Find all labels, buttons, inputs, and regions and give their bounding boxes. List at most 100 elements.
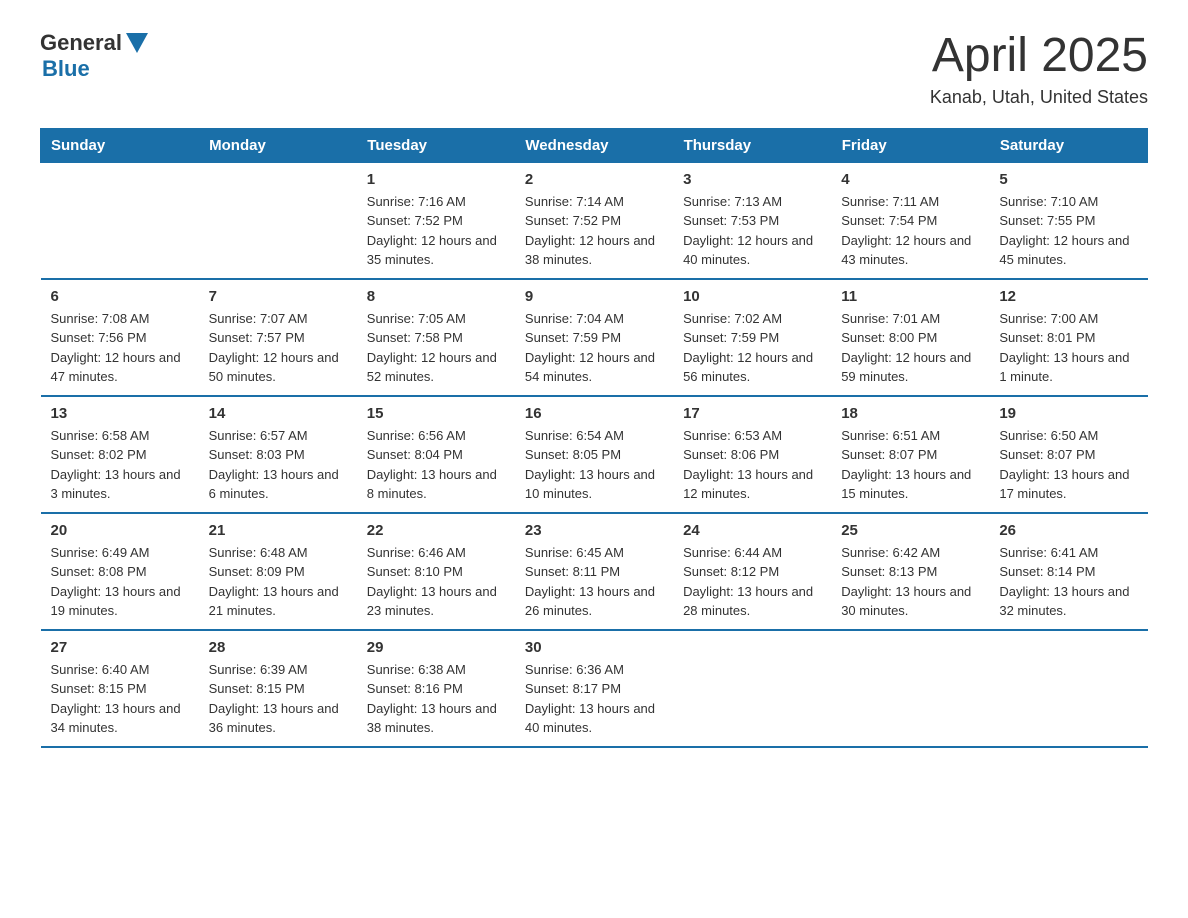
day-cell: 7 Sunrise: 7:07 AMSunset: 7:57 PMDaylight… (199, 279, 357, 396)
day-number: 4 (841, 171, 979, 188)
header-row: SundayMondayTuesdayWednesdayThursdayFrid… (41, 128, 1148, 162)
day-cell: 19 Sunrise: 6:50 AMSunset: 8:07 PMDayligh… (989, 396, 1147, 513)
day-number: 1 (367, 171, 505, 188)
day-info: Sunrise: 7:08 AMSunset: 7:56 PMDaylight:… (51, 309, 189, 387)
day-cell (673, 630, 831, 747)
day-number: 29 (367, 639, 505, 656)
day-number: 3 (683, 171, 821, 188)
day-info: Sunrise: 7:02 AMSunset: 7:59 PMDaylight:… (683, 309, 821, 387)
logo-blue: Blue (42, 56, 90, 82)
day-cell: 20Sunrise: 6:49 AMSunset: 8:08 PMDayligh… (41, 513, 199, 630)
day-info: Sunrise: 6:57 AMSunset: 8:03 PMDaylight:… (209, 426, 347, 504)
day-cell: 5 Sunrise: 7:10 AMSunset: 7:55 PMDaylight… (989, 162, 1147, 279)
day-cell: 1Sunrise: 7:16 AMSunset: 7:52 PMDaylight… (357, 162, 515, 279)
header-cell-saturday: Saturday (989, 128, 1147, 162)
day-cell: 18 Sunrise: 6:51 AMSunset: 8:07 PMDayligh… (831, 396, 989, 513)
header-cell-sunday: Sunday (41, 128, 199, 162)
day-cell (41, 162, 199, 279)
day-number: 21 (209, 522, 347, 539)
day-number: 23 (525, 522, 663, 539)
day-cell (199, 162, 357, 279)
day-number: 17 (683, 405, 821, 422)
day-cell (831, 630, 989, 747)
day-info: Sunrise: 7:01 AMSunset: 8:00 PMDaylight:… (841, 309, 979, 387)
header-cell-thursday: Thursday (673, 128, 831, 162)
day-cell: 10 Sunrise: 7:02 AMSunset: 7:59 PMDayligh… (673, 279, 831, 396)
header-cell-wednesday: Wednesday (515, 128, 673, 162)
day-cell: 15 Sunrise: 6:56 AMSunset: 8:04 PMDayligh… (357, 396, 515, 513)
day-number: 26 (999, 522, 1137, 539)
month-year-title: April 2025 (930, 30, 1148, 83)
week-row-3: 13Sunrise: 6:58 AMSunset: 8:02 PMDayligh… (41, 396, 1148, 513)
day-cell: 29 Sunrise: 6:38 AMSunset: 8:16 PMDayligh… (357, 630, 515, 747)
day-info: Sunrise: 6:49 AMSunset: 8:08 PMDaylight:… (51, 543, 189, 621)
day-cell: 13Sunrise: 6:58 AMSunset: 8:02 PMDayligh… (41, 396, 199, 513)
day-info: Sunrise: 7:05 AMSunset: 7:58 PMDaylight:… (367, 309, 505, 387)
day-info: Sunrise: 7:11 AMSunset: 7:54 PMDaylight:… (841, 192, 979, 270)
day-number: 14 (209, 405, 347, 422)
day-cell: 8 Sunrise: 7:05 AMSunset: 7:58 PMDaylight… (357, 279, 515, 396)
day-cell: 12 Sunrise: 7:00 AMSunset: 8:01 PMDayligh… (989, 279, 1147, 396)
day-cell: 16 Sunrise: 6:54 AMSunset: 8:05 PMDayligh… (515, 396, 673, 513)
title-area: April 2025 Kanab, Utah, United States (930, 30, 1148, 108)
week-row-2: 6 Sunrise: 7:08 AMSunset: 7:56 PMDaylight… (41, 279, 1148, 396)
day-cell: 27Sunrise: 6:40 AMSunset: 8:15 PMDayligh… (41, 630, 199, 747)
day-cell: 22Sunrise: 6:46 AMSunset: 8:10 PMDayligh… (357, 513, 515, 630)
day-cell: 2Sunrise: 7:14 AMSunset: 7:52 PMDaylight… (515, 162, 673, 279)
day-info: Sunrise: 6:38 AMSunset: 8:16 PMDaylight:… (367, 660, 505, 738)
week-row-1: 1Sunrise: 7:16 AMSunset: 7:52 PMDaylight… (41, 162, 1148, 279)
day-info: Sunrise: 6:56 AMSunset: 8:04 PMDaylight:… (367, 426, 505, 504)
day-number: 11 (841, 288, 979, 305)
day-cell: 9Sunrise: 7:04 AMSunset: 7:59 PMDaylight… (515, 279, 673, 396)
week-row-5: 27Sunrise: 6:40 AMSunset: 8:15 PMDayligh… (41, 630, 1148, 747)
day-info: Sunrise: 7:10 AMSunset: 7:55 PMDaylight:… (999, 192, 1137, 270)
day-info: Sunrise: 6:41 AMSunset: 8:14 PMDaylight:… (999, 543, 1137, 621)
day-number: 16 (525, 405, 663, 422)
calendar-body: 1Sunrise: 7:16 AMSunset: 7:52 PMDaylight… (41, 162, 1148, 747)
week-row-4: 20Sunrise: 6:49 AMSunset: 8:08 PMDayligh… (41, 513, 1148, 630)
day-info: Sunrise: 6:44 AMSunset: 8:12 PMDaylight:… (683, 543, 821, 621)
day-cell: 4 Sunrise: 7:11 AMSunset: 7:54 PMDaylight… (831, 162, 989, 279)
day-cell: 11 Sunrise: 7:01 AMSunset: 8:00 PMDayligh… (831, 279, 989, 396)
day-cell: 23Sunrise: 6:45 AMSunset: 8:11 PMDayligh… (515, 513, 673, 630)
day-info: Sunrise: 7:00 AMSunset: 8:01 PMDaylight:… (999, 309, 1137, 387)
day-number: 13 (51, 405, 189, 422)
logo-general: General (40, 30, 122, 56)
day-info: Sunrise: 6:36 AMSunset: 8:17 PMDaylight:… (525, 660, 663, 738)
day-cell (989, 630, 1147, 747)
day-number: 6 (51, 288, 189, 305)
location-subtitle: Kanab, Utah, United States (930, 87, 1148, 108)
day-info: Sunrise: 7:07 AMSunset: 7:57 PMDaylight:… (209, 309, 347, 387)
day-number: 12 (999, 288, 1137, 305)
day-info: Sunrise: 7:04 AMSunset: 7:59 PMDaylight:… (525, 309, 663, 387)
day-info: Sunrise: 6:54 AMSunset: 8:05 PMDaylight:… (525, 426, 663, 504)
day-info: Sunrise: 6:39 AMSunset: 8:15 PMDaylight:… (209, 660, 347, 738)
day-number: 19 (999, 405, 1137, 422)
day-number: 15 (367, 405, 505, 422)
day-cell: 21 Sunrise: 6:48 AMSunset: 8:09 PMDayligh… (199, 513, 357, 630)
day-cell: 25Sunrise: 6:42 AMSunset: 8:13 PMDayligh… (831, 513, 989, 630)
day-info: Sunrise: 6:51 AMSunset: 8:07 PMDaylight:… (841, 426, 979, 504)
day-info: Sunrise: 6:48 AMSunset: 8:09 PMDaylight:… (209, 543, 347, 621)
calendar-header: SundayMondayTuesdayWednesdayThursdayFrid… (41, 128, 1148, 162)
day-info: Sunrise: 6:40 AMSunset: 8:15 PMDaylight:… (51, 660, 189, 738)
day-number: 28 (209, 639, 347, 656)
day-cell: 30 Sunrise: 6:36 AMSunset: 8:17 PMDayligh… (515, 630, 673, 747)
day-cell: 3 Sunrise: 7:13 AMSunset: 7:53 PMDaylight… (673, 162, 831, 279)
day-cell: 28 Sunrise: 6:39 AMSunset: 8:15 PMDayligh… (199, 630, 357, 747)
day-cell: 24 Sunrise: 6:44 AMSunset: 8:12 PMDayligh… (673, 513, 831, 630)
day-number: 18 (841, 405, 979, 422)
logo: General Blue (40, 30, 148, 82)
day-number: 10 (683, 288, 821, 305)
day-number: 8 (367, 288, 505, 305)
header-cell-friday: Friday (831, 128, 989, 162)
day-number: 7 (209, 288, 347, 305)
day-info: Sunrise: 7:13 AMSunset: 7:53 PMDaylight:… (683, 192, 821, 270)
day-cell: 14 Sunrise: 6:57 AMSunset: 8:03 PMDayligh… (199, 396, 357, 513)
day-number: 5 (999, 171, 1137, 188)
day-number: 24 (683, 522, 821, 539)
day-number: 30 (525, 639, 663, 656)
day-info: Sunrise: 6:50 AMSunset: 8:07 PMDaylight:… (999, 426, 1137, 504)
logo-triangle-icon (126, 33, 148, 53)
day-number: 25 (841, 522, 979, 539)
